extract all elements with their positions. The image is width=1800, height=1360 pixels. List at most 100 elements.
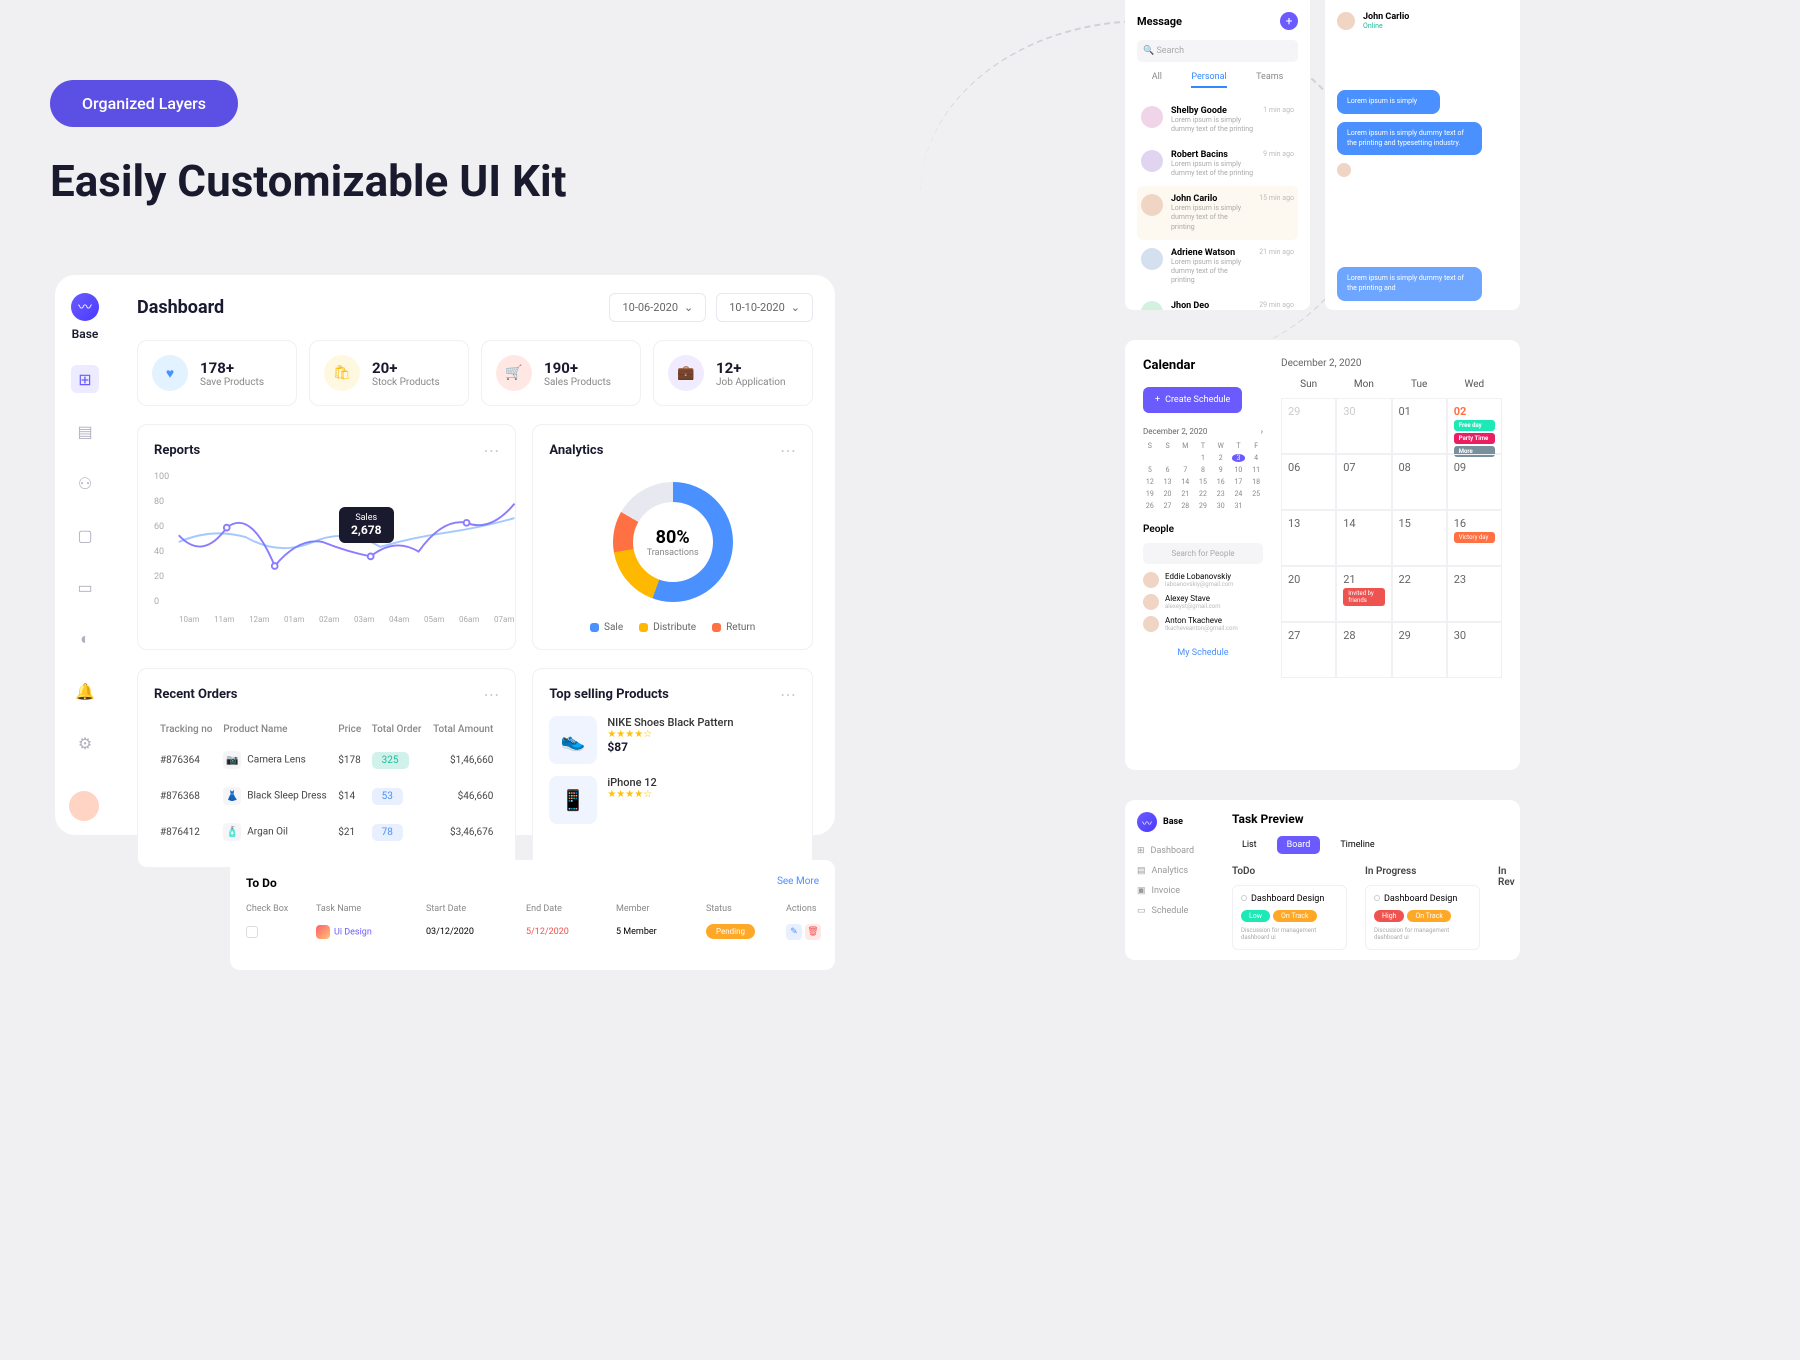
nav-analytics-icon[interactable]: ▤	[71, 417, 99, 445]
col-progress: In Progress	[1365, 866, 1480, 877]
figma-icon	[316, 925, 330, 939]
people-search[interactable]: Search for People	[1143, 543, 1263, 564]
chat-status: Online	[1363, 22, 1409, 30]
briefcase-icon: 💼	[668, 355, 704, 391]
tab-timeline[interactable]: Timeline	[1330, 836, 1384, 854]
user-avatar[interactable]	[69, 791, 99, 821]
table-row: #876368👗Black Sleep Dress$1453$46,660	[156, 779, 497, 813]
col-review: In Rev	[1498, 866, 1515, 888]
chart-tooltip: Sales2,678	[339, 507, 394, 543]
top-selling-panel: Top selling Products⋯ 👟NIKE Shoes Black …	[532, 668, 813, 868]
message-item[interactable]: Jhon DeoLorem ipsum is simply dummy text…	[1137, 293, 1298, 310]
product-item: 📱iPhone 12★★★★☆	[549, 776, 796, 824]
todo-panel: To DoSee More Check BoxTask NameStart Da…	[230, 860, 835, 970]
task-card[interactable]: Dashboard DesignHighOn TrackDiscussion f…	[1365, 885, 1480, 950]
todo-title: To Do	[246, 876, 277, 890]
recent-orders-panel: Recent Orders ⋯ Tracking noProduct NamePr…	[137, 668, 516, 868]
message-item[interactable]: John CariloLorem ipsum is simply dummy t…	[1137, 186, 1298, 239]
nav-users-icon[interactable]: ⚇	[71, 469, 99, 497]
col-todo: ToDo	[1232, 866, 1347, 877]
mini-calendar[interactable]: SSMTWTF 1234 567891011 12131415161718 19…	[1143, 442, 1263, 510]
shopping-icon: 🛒	[496, 355, 532, 391]
more-icon[interactable]: ⋯	[780, 685, 796, 704]
delete-button[interactable]: 🗑	[805, 924, 821, 940]
add-message-button[interactable]: +	[1280, 12, 1298, 30]
people-item[interactable]: Alexey Stavealexeyst@gmail.com	[1143, 594, 1263, 610]
more-icon[interactable]: ⋯	[483, 441, 499, 460]
todo-row: Ui Design 03/12/2020 5/12/2020 5 Member …	[246, 924, 819, 940]
nav-dashboard-icon[interactable]: ⊞	[71, 365, 99, 393]
task-nav-schedule[interactable]: ▭ Schedule	[1137, 906, 1208, 916]
chevron-icon[interactable]: ›	[1261, 427, 1263, 436]
orders-table: Tracking noProduct NamePriceTotal OrderT…	[154, 716, 499, 851]
hero-title: Easily Customizable UI Kit	[50, 155, 567, 207]
task-nav-invoice[interactable]: ▣ Invoice	[1137, 886, 1208, 896]
reports-title: Reports	[154, 443, 200, 458]
create-schedule-button[interactable]: +Create Schedule	[1143, 387, 1242, 413]
message-item[interactable]: Robert BacinsLorem ipsum is simply dummy…	[1137, 142, 1298, 186]
more-icon[interactable]: ⋯	[780, 441, 796, 460]
chevron-down-icon: ⌄	[684, 301, 693, 314]
table-row: #876364📷Camera Lens$178325$1,46,660	[156, 743, 497, 777]
chat-bubble: Lorem ipsum is simply dummy text of the …	[1337, 267, 1482, 301]
legend-return: Return	[712, 622, 755, 633]
sidebar: 〰 Base ⊞ ▤ ⚇ ▢ ▭ ◐ 🔔 ⚙	[55, 275, 115, 835]
chat-bubble: Lorem ipsum is simply	[1337, 90, 1440, 114]
messages-title: Message	[1137, 15, 1182, 28]
recent-orders-title: Recent Orders	[154, 687, 237, 702]
date-from-picker[interactable]: 10-06-2020 ⌄	[609, 293, 706, 322]
see-more-link[interactable]: See More	[777, 876, 819, 890]
my-schedule-link[interactable]: My Schedule	[1143, 648, 1263, 658]
search-input[interactable]: 🔍 Search	[1137, 40, 1298, 62]
stat-job-application: 💼12+Job Application	[653, 340, 813, 406]
calendar-date: December 2, 2020	[1281, 358, 1502, 369]
nav-calendar-icon[interactable]: ▭	[71, 573, 99, 601]
tab-personal[interactable]: Personal	[1191, 72, 1226, 88]
nav-gear-icon[interactable]: ⚙	[71, 729, 99, 757]
chat-bubble: Lorem ipsum is simply dummy text of the …	[1337, 122, 1482, 156]
tab-board[interactable]: Board	[1277, 836, 1321, 854]
date-to-picker[interactable]: 10-10-2020 ⌄	[716, 293, 813, 322]
tab-teams[interactable]: Teams	[1256, 72, 1283, 88]
tab-all[interactable]: All	[1152, 72, 1162, 88]
stat-stock-products: 🛍20+Stock Products	[309, 340, 469, 406]
product-item: 👟NIKE Shoes Black Pattern★★★★☆$87	[549, 716, 796, 764]
analytics-title: Analytics	[549, 443, 603, 458]
messages-panel: Message + 🔍 Search All Personal Teams Shelb…	[1125, 0, 1310, 310]
chevron-down-icon: ⌄	[791, 301, 800, 314]
heart-icon: ♥	[152, 355, 188, 391]
tab-list[interactable]: List	[1232, 836, 1267, 854]
logo-text: Base	[72, 327, 99, 341]
nav-chat-icon[interactable]: ◐	[71, 625, 99, 653]
people-item[interactable]: Eddie Lobanovskiylaboanovskiy@gmail.com	[1143, 572, 1263, 588]
checkbox[interactable]	[246, 926, 258, 938]
message-item[interactable]: Shelby GoodeLorem ipsum is simply dummy …	[1137, 98, 1298, 142]
nav-docs-icon[interactable]: ▢	[71, 521, 99, 549]
task-card[interactable]: Dashboard DesignLowOn TrackDiscussion fo…	[1232, 885, 1347, 950]
more-icon[interactable]: ⋯	[483, 685, 499, 704]
table-row: #876412🧴Argan Oil$2178$3,46,676	[156, 815, 497, 849]
legend-distribute: Distribute	[639, 622, 696, 633]
calendar-panel: Calendar +Create Schedule December 2, 20…	[1125, 340, 1520, 770]
people-item[interactable]: Anton Tkachevetkacheveanton@gmail.com	[1143, 616, 1263, 632]
people-title: People	[1143, 524, 1263, 535]
logo-icon: 〰	[71, 293, 99, 321]
chat-avatar	[1337, 12, 1355, 30]
analytics-panel: Analytics⋯ 80%Transactions Sale Distribu…	[532, 424, 813, 650]
chat-panel: John CarlioOnline Lorem ipsum is simply …	[1325, 0, 1520, 310]
reports-chart: 100806040200 10am11am12am01am02am03am04a…	[154, 472, 499, 622]
calendar-grid[interactable]: 293001 02Free dayParty TimeMore 06070809…	[1281, 398, 1502, 678]
nav-bell-icon[interactable]: 🔔	[71, 677, 99, 705]
reports-panel: Reports ⋯ 100806040200 10am11am12am01am02…	[137, 424, 516, 650]
task-nav-dashboard[interactable]: ⊞ Dashboard	[1137, 846, 1208, 856]
legend-sale: Sale	[590, 622, 623, 633]
task-preview-title: Task Preview	[1232, 812, 1508, 826]
task-preview-panel: 〰Base ⊞ Dashboard ▤ Analytics ▣ Invoice …	[1125, 800, 1520, 960]
bag-icon: 🛍	[324, 355, 360, 391]
task-nav-analytics[interactable]: ▤ Analytics	[1137, 866, 1208, 876]
dashboard-panel: 〰 Base ⊞ ▤ ⚇ ▢ ▭ ◐ 🔔 ⚙ Dashboard 10-06-2…	[55, 275, 835, 835]
message-item[interactable]: Adriene WatsonLorem ipsum is simply dumm…	[1137, 240, 1298, 293]
dashboard-title: Dashboard	[137, 297, 224, 318]
calendar-title: Calendar	[1143, 358, 1263, 373]
edit-button[interactable]: ✎	[786, 924, 802, 940]
